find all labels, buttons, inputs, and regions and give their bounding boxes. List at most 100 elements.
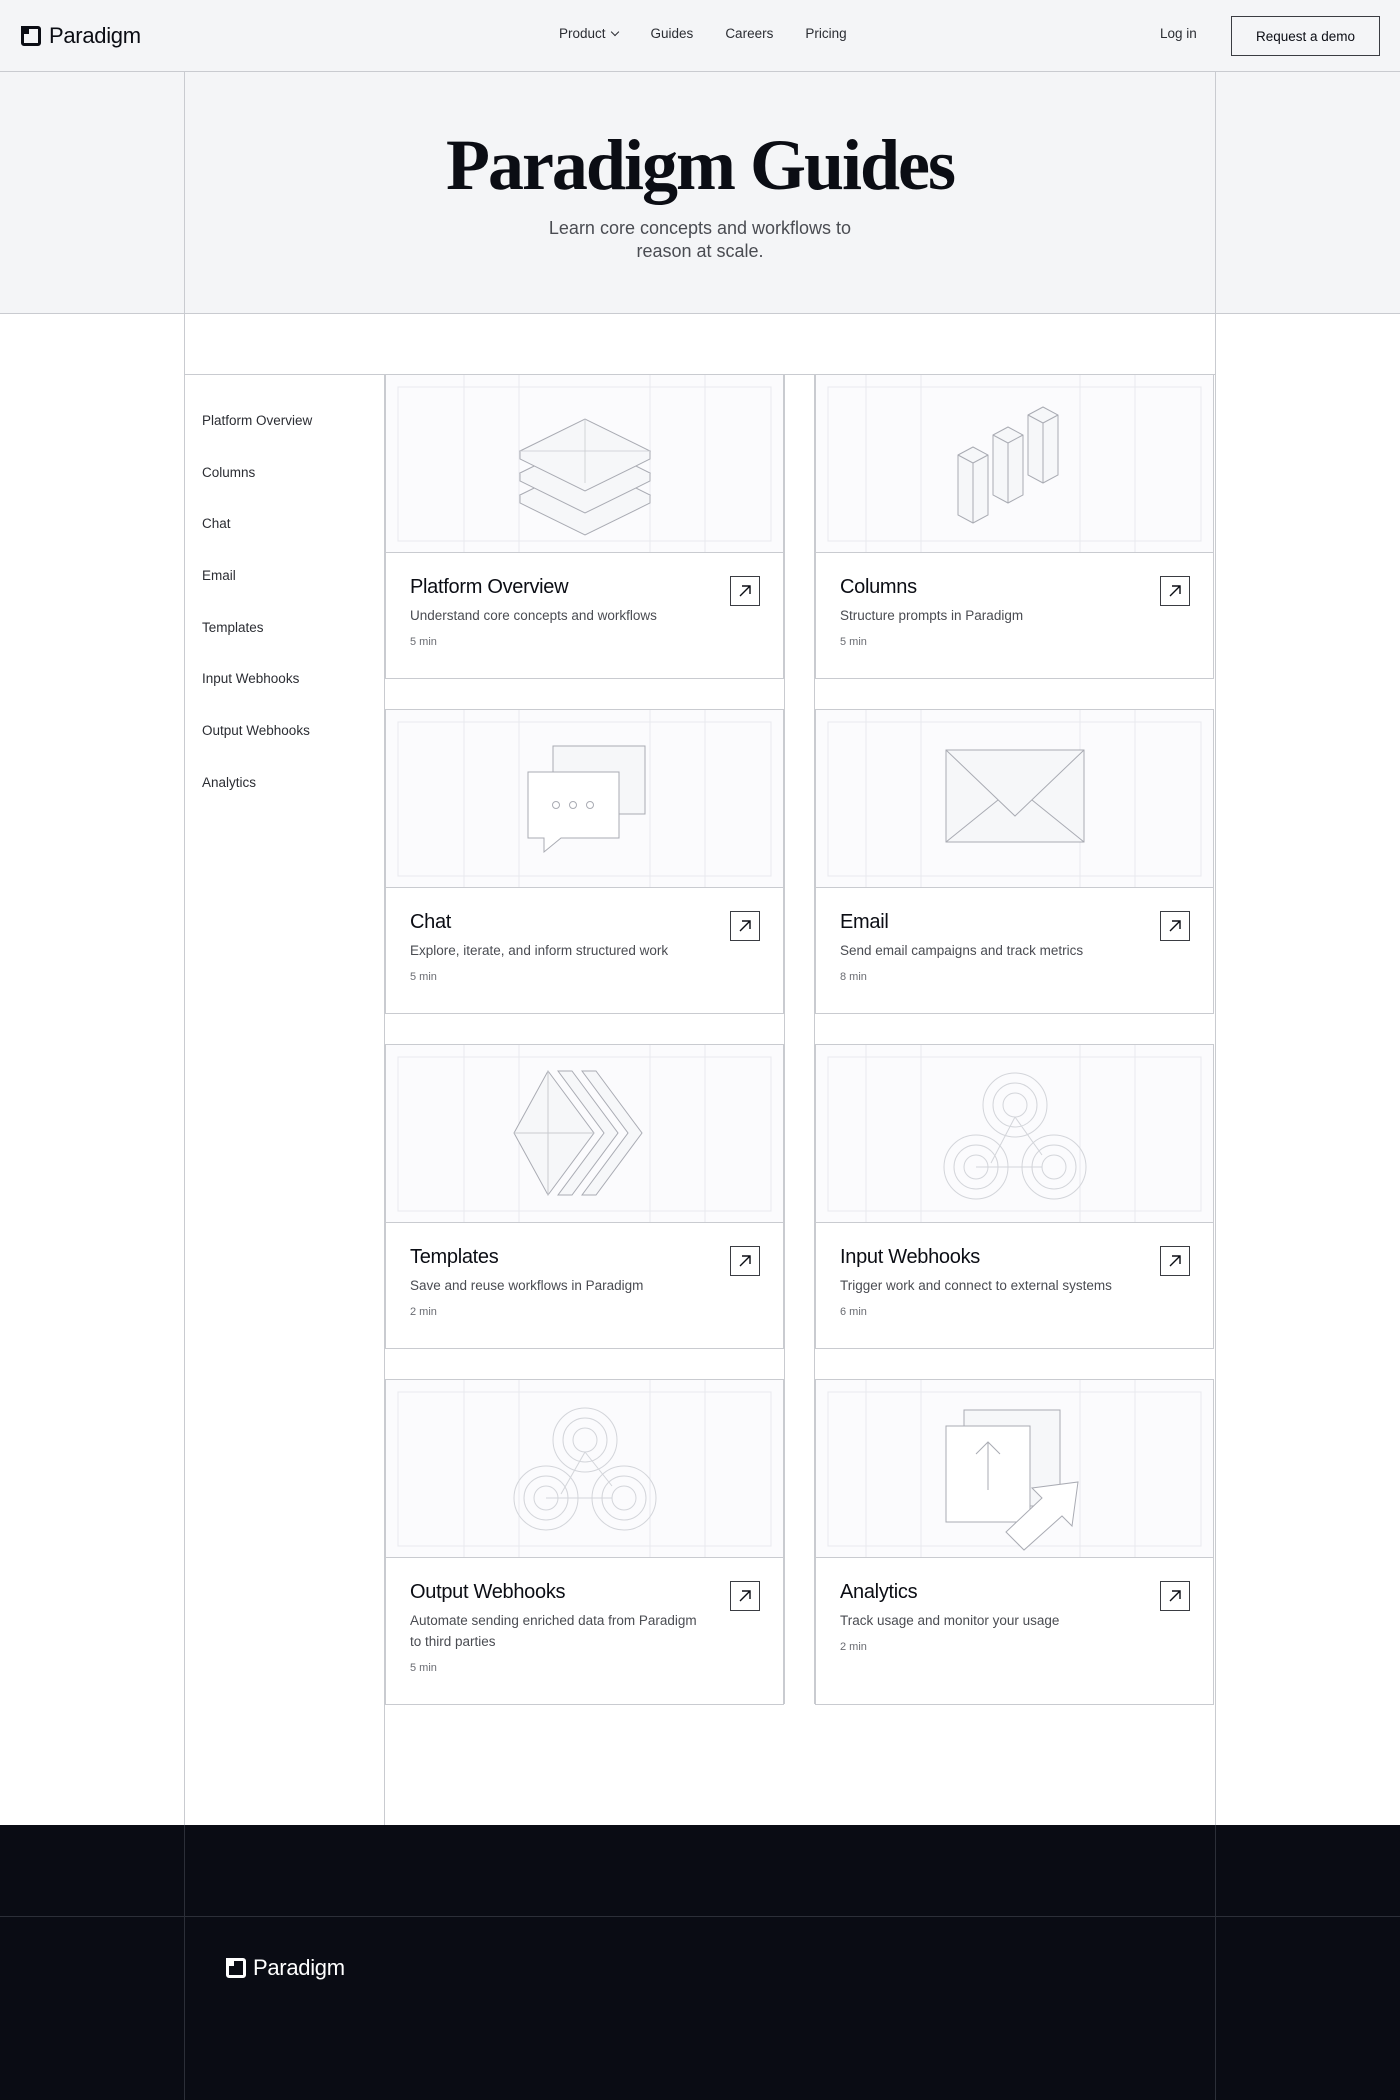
card-illustration: [816, 710, 1213, 888]
card-body: Templates Save and reuse workflows in Pa…: [386, 1223, 783, 1318]
arrow-up-right-icon: [1169, 585, 1181, 597]
open-guide-button[interactable]: [730, 911, 760, 941]
sidebar-item-output-webhooks[interactable]: Output Webhooks: [202, 723, 312, 775]
card-description: Save and reuse workflows in Paradigm: [410, 1278, 644, 1293]
guides-sidebar: Platform Overview Columns Chat Email Tem…: [202, 413, 312, 827]
paradigm-logo-icon: [21, 26, 41, 46]
card-body: Output Webhooks Automate sending enriche…: [386, 1558, 783, 1674]
envelope-icon: [827, 710, 1202, 887]
footer-brand-name: Paradigm: [253, 1955, 345, 1980]
page-title: Paradigm Guides: [445, 125, 956, 205]
sidebar-item-input-webhooks[interactable]: Input Webhooks: [202, 671, 312, 723]
sidebar-item-analytics[interactable]: Analytics: [202, 775, 312, 827]
guide-card-chat[interactable]: Chat Explore, iterate, and inform struct…: [385, 709, 784, 1014]
paradigm-logo-icon: [226, 1958, 246, 1978]
card-title: Analytics: [840, 1581, 918, 1603]
arrow-up-right-icon: [1169, 1590, 1181, 1602]
request-demo-button[interactable]: Request a demo: [1231, 16, 1380, 56]
card-illustration: [386, 710, 783, 888]
login-link[interactable]: Log in: [1160, 26, 1197, 41]
card-title: Input Webhooks: [840, 1246, 980, 1268]
open-guide-button[interactable]: [730, 1246, 760, 1276]
open-guide-button[interactable]: [730, 1581, 760, 1611]
open-guide-button[interactable]: [1160, 1581, 1190, 1611]
card-title: Output Webhooks: [410, 1581, 566, 1603]
guide-card-email[interactable]: Email Send email campaigns and track met…: [815, 709, 1214, 1014]
stacked-diamonds-icon: [397, 1045, 772, 1222]
nav-product[interactable]: Product: [559, 26, 619, 41]
arrow-up-right-icon: [739, 1590, 751, 1602]
arrow-up-right-icon: [739, 585, 751, 597]
top-nav: Paradigm Product Guides Careers Pricing …: [0, 0, 1400, 72]
card-read-time: 5 min: [840, 636, 867, 648]
card-read-time: 2 min: [840, 1641, 867, 1653]
card-description: Track usage and monitor your usage: [840, 1613, 1060, 1628]
card-illustration: [386, 1380, 783, 1558]
card-title: Templates: [410, 1246, 499, 1268]
guide-card-columns[interactable]: Columns Structure prompts in Paradigm 5 …: [815, 374, 1214, 679]
webhook-icon: [397, 1380, 772, 1557]
nav-guides[interactable]: Guides: [651, 26, 694, 41]
guide-card-analytics[interactable]: Analytics Track usage and monitor your u…: [815, 1379, 1214, 1705]
card-body: Input Webhooks Trigger work and connect …: [816, 1223, 1213, 1318]
layers-icon: [397, 375, 772, 552]
card-read-time: 6 min: [840, 1306, 867, 1318]
arrow-up-right-icon: [1169, 1255, 1181, 1267]
card-description: Explore, iterate, and inform structured …: [410, 943, 669, 958]
chevron-down-icon: [610, 27, 619, 37]
open-guide-button[interactable]: [1160, 1246, 1190, 1276]
card-read-time: 5 min: [410, 636, 437, 648]
arrow-up-right-icon: [739, 1255, 751, 1267]
card-body: Platform Overview Understand core concep…: [386, 553, 783, 648]
sidebar-item-platform-overview[interactable]: Platform Overview: [202, 413, 312, 465]
card-illustration: [816, 1045, 1213, 1223]
card-illustration: [386, 375, 783, 553]
webhook-icon: [827, 1045, 1202, 1222]
open-guide-button[interactable]: [1160, 911, 1190, 941]
footer-divider: [0, 1916, 1400, 1917]
sidebar-item-columns[interactable]: Columns: [202, 465, 312, 517]
card-description: Understand core concepts and workflows: [410, 608, 657, 623]
site-footer: Paradigm: [0, 1825, 1400, 2100]
card-body: Email Send email campaigns and track met…: [816, 888, 1213, 983]
card-read-time: 8 min: [840, 971, 867, 983]
card-title: Chat: [410, 911, 452, 933]
card-illustration: [816, 1380, 1213, 1558]
sidebar-item-chat[interactable]: Chat: [202, 516, 312, 568]
grid-gutter-line-a: [784, 374, 785, 1704]
nav-pricing[interactable]: Pricing: [805, 26, 846, 41]
page-subtitle: Learn core concepts and workflows to rea…: [548, 218, 852, 261]
card-title: Platform Overview: [410, 576, 569, 598]
card-description: Send email campaigns and track metrics: [840, 943, 1084, 958]
card-illustration: [816, 375, 1213, 553]
card-description: Structure prompts in Paradigm: [840, 608, 1024, 623]
guide-card-input-webhooks[interactable]: Input Webhooks Trigger work and connect …: [815, 1044, 1214, 1349]
card-title: Columns: [840, 576, 917, 598]
upload-arrow-icon: [827, 1380, 1202, 1557]
guide-card-templates[interactable]: Templates Save and reuse workflows in Pa…: [385, 1044, 784, 1349]
card-body: Columns Structure prompts in Paradigm 5 …: [816, 553, 1213, 648]
nav-links: Product Guides Careers Pricing: [559, 26, 847, 41]
frame-line-left: [184, 72, 185, 1825]
open-guide-button[interactable]: [730, 576, 760, 606]
footer-brand-logo[interactable]: Paradigm: [226, 1955, 345, 1981]
frame-line-right: [1215, 72, 1216, 1825]
card-title: Email: [840, 911, 889, 933]
columns-icon: [827, 375, 1202, 552]
card-description: Automate sending enriched data from Para…: [410, 1613, 697, 1649]
footer-line-right: [1215, 1825, 1216, 2100]
sidebar-item-templates[interactable]: Templates: [202, 620, 312, 672]
brand-logo[interactable]: Paradigm: [21, 23, 141, 49]
arrow-up-right-icon: [1169, 920, 1181, 932]
card-illustration: [386, 1045, 783, 1223]
sidebar-item-email[interactable]: Email: [202, 568, 312, 620]
guide-card-output-webhooks[interactable]: Output Webhooks Automate sending enriche…: [385, 1379, 784, 1705]
brand-name: Paradigm: [49, 23, 141, 48]
guide-card-platform-overview[interactable]: Platform Overview Understand core concep…: [385, 374, 784, 679]
card-description: Trigger work and connect to external sys…: [840, 1278, 1112, 1293]
open-guide-button[interactable]: [1160, 576, 1190, 606]
card-read-time: 2 min: [410, 1306, 437, 1318]
card-body: Analytics Track usage and monitor your u…: [816, 1558, 1213, 1653]
nav-careers[interactable]: Careers: [725, 26, 773, 41]
arrow-up-right-icon: [739, 920, 751, 932]
